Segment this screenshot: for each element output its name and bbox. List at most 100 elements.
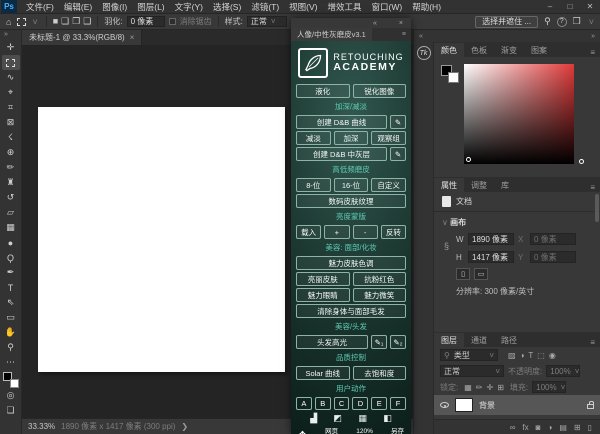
workspace-switcher-icon[interactable]: ❒ [571,16,583,27]
selection-mode-icon[interactable]: ■ [53,16,58,27]
layer-filter-icon[interactable]: ⬚ [535,351,547,360]
layers-tab-2[interactable]: 通道 [464,333,494,347]
panel-menu-icon[interactable]: ≡ [585,338,600,347]
ra-button[interactable]: 亮丽皮肤 [296,272,350,286]
ra-tool-icon[interactable]: ◩ [333,413,342,424]
orientation-landscape-button[interactable]: ▭ [474,268,488,280]
properties-tab-3[interactable]: 库 [494,178,516,192]
document-canvas[interactable] [38,107,285,372]
menu-item[interactable]: 帮助(H) [407,1,446,13]
ra-button[interactable]: 去饱和度 [353,366,407,380]
menu-item[interactable]: 图层(L) [132,1,169,13]
panel-collapse-icon[interactable]: « [373,20,377,27]
rectangular-marquee-tool[interactable] [2,55,20,70]
ra-button[interactable]: 魅力眼睛 [296,288,350,302]
blur-tool[interactable]: ● [2,235,20,250]
brush-icon-button[interactable]: ✎₁ [371,335,387,349]
ra-button[interactable]: 头发高光 [296,335,368,349]
hue-slider[interactable] [582,64,592,164]
layer-action-icon[interactable]: ⊞ [574,423,581,432]
close-button[interactable]: ✕ [580,0,600,13]
eyedropper-tool[interactable]: ☇ [2,130,20,145]
ra-tool-icon[interactable]: ◧ [383,413,392,424]
layer-thumbnail[interactable] [455,398,473,412]
clone-stamp-tool[interactable]: ♜ [2,175,20,190]
menu-item[interactable]: 文字(Y) [170,1,208,13]
menu-item[interactable]: 滤镜(T) [246,1,284,13]
lock-option-icon[interactable]: ▦ [462,383,474,392]
ra-bottom-action[interactable]: 120% 大小 [356,428,373,434]
ra-button[interactable]: 16-位 [334,178,369,192]
color-panel-swatches[interactable] [441,65,459,83]
ra-button[interactable]: - [353,225,378,239]
background-color-swatch[interactable] [10,379,19,388]
ra-action-f-button[interactable]: F [390,397,406,410]
ra-button[interactable]: 清除身体与面部毛发 [296,304,406,318]
ra-button[interactable]: 液化 [296,84,350,98]
document-tab[interactable]: 未标题-1 @ 33.3%(RGB/8) × [22,30,142,45]
ra-tool-icon[interactable]: ▟ [310,413,317,424]
brush-icon-button[interactable]: ✎ [390,115,406,129]
gradient-tool[interactable]: ▦ [2,220,20,235]
workspace-caret-icon[interactable]: ˅ [587,17,596,27]
ra-bottom-action[interactable]: 网页 尺寸 [325,428,338,434]
ra-action-e-button[interactable]: E [371,397,387,410]
object-selection-tool[interactable]: ⌖ [2,85,20,100]
background-color-swatch[interactable] [448,72,459,83]
canvas-section-caret-icon[interactable]: ∨ [442,218,448,227]
home-icon[interactable]: ⌂ [4,17,13,27]
fill-select[interactable]: 100% ˅ [532,381,566,393]
foreground-background-swatches[interactable] [3,372,19,388]
lasso-tool[interactable]: ∿ [2,70,20,85]
menu-item[interactable]: 编辑(E) [59,1,97,13]
menu-item[interactable]: 窗口(W) [367,1,408,13]
edit-toolbar[interactable]: ⋯ [2,355,20,370]
layer-row-background[interactable]: 背景 [434,395,600,415]
opacity-select[interactable]: 100% ˅ [546,365,580,377]
ra-button[interactable]: 反转 [381,225,406,239]
brush-icon-button[interactable]: ✎ [390,147,406,161]
style-select[interactable]: 正常 ˅ [247,16,287,27]
eraser-tool[interactable]: ▱ [2,205,20,220]
zoom-level[interactable]: 33.33% [28,422,55,431]
history-brush-tool[interactable]: ↺ [2,190,20,205]
quick-mask-mode[interactable]: ◎ [2,388,20,403]
selection-mode-icon[interactable]: ❐ [72,16,80,27]
layer-action-icon[interactable]: ▤ [559,423,567,432]
ra-panel-tab[interactable]: 人像/中性灰磨皮v3.1 [291,28,372,41]
layers-tab-1[interactable]: 图层 [434,333,464,347]
search-icon[interactable]: ⚲ [542,16,553,27]
ra-button[interactable]: 加深 [334,131,369,145]
status-chevron-icon[interactable]: ❯ [181,422,188,431]
panel-close-icon[interactable]: × [399,20,403,27]
ra-button[interactable]: 数码皮肤纹理 [296,194,406,208]
layer-action-icon[interactable]: ◑ [547,423,552,432]
ra-button[interactable]: 锐化图像 [353,84,407,98]
rectangle-tool[interactable]: ▭ [2,310,20,325]
brush-icon-button[interactable]: ✎₂ [390,335,406,349]
lock-option-icon[interactable]: ⊞ [495,383,506,392]
ra-button[interactable]: 减淡 [296,131,331,145]
frame-tool[interactable]: ⊠ [2,115,20,130]
screen-mode[interactable]: ❏ [2,403,20,418]
ra-bottom-action[interactable]: 另存 为 [391,428,404,434]
vertical-scrollbar[interactable] [595,194,599,222]
pen-tool[interactable]: ✒ [2,265,20,280]
hand-tool[interactable]: ✋ [2,325,20,340]
layer-filter-icon[interactable]: T [526,351,535,360]
height-field[interactable]: 1417 像素 [468,251,514,263]
active-tool-icon[interactable] [17,18,26,26]
path-selection-tool[interactable]: ⇖ [2,295,20,310]
blend-mode-select[interactable]: 正常 ˅ [440,365,504,377]
ra-button[interactable]: 魅力微笑 [353,288,407,302]
menu-item[interactable]: 视图(V) [284,1,322,13]
ra-button[interactable]: 载入 [296,225,321,239]
maximize-button[interactable]: □ [560,0,580,13]
orientation-portrait-button[interactable]: ▯ [456,268,470,280]
tk-panel-icon[interactable]: Tk [417,46,431,60]
move-tool[interactable]: ✛ [2,40,20,55]
lock-option-icon[interactable]: ✛ [485,383,496,392]
dodge-tool[interactable]: Ϙ [2,250,20,265]
feather-input[interactable]: 0 像素 [127,16,165,27]
menu-item[interactable]: 文件(F) [21,1,59,13]
